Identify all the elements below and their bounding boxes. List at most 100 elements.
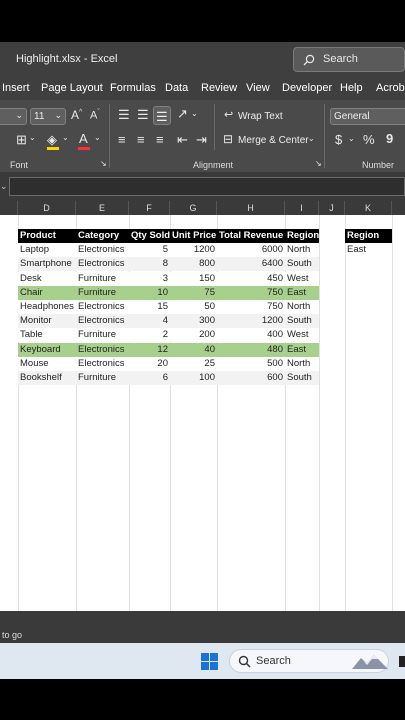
font-color-icon[interactable]: A bbox=[79, 132, 88, 145]
table-cell[interactable]: 400 bbox=[217, 328, 285, 342]
increase-indent-icon[interactable]: ⇥ bbox=[196, 133, 207, 146]
table-cell[interactable]: Electronics bbox=[76, 257, 129, 271]
table-cell[interactable]: 5 bbox=[129, 243, 170, 257]
table-cell[interactable]: Electronics bbox=[76, 243, 129, 257]
table-cell[interactable]: 8 bbox=[129, 257, 170, 271]
dialog-launcher-icon[interactable]: ↘ bbox=[100, 160, 107, 168]
percent-icon[interactable]: % bbox=[363, 133, 375, 146]
chevron-down-icon[interactable]: ⌄ bbox=[29, 134, 36, 142]
wrap-text-button[interactable]: Wrap Text bbox=[238, 111, 283, 122]
tab-developer[interactable]: Developer bbox=[282, 82, 332, 94]
merge-icon[interactable]: ⊟ bbox=[223, 133, 233, 145]
tab-acrobat[interactable]: Acroba bbox=[376, 82, 405, 94]
search-box[interactable]: Search bbox=[293, 47, 405, 72]
table-cell[interactable]: 12 bbox=[129, 343, 170, 357]
tab-view[interactable]: View bbox=[246, 82, 270, 94]
table-cell[interactable]: 200 bbox=[170, 328, 217, 342]
dialog-launcher-icon[interactable]: ↘ bbox=[315, 160, 322, 168]
table-cell[interactable]: Furniture bbox=[76, 286, 129, 300]
tab-formulas[interactable]: Formulas bbox=[110, 82, 156, 94]
column-header-i[interactable]: I bbox=[285, 201, 319, 215]
table-cell[interactable]: Headphones bbox=[18, 300, 76, 314]
table-cell[interactable]: Desk bbox=[18, 272, 76, 286]
table-cell[interactable]: 10 bbox=[129, 286, 170, 300]
column-header-partial[interactable] bbox=[0, 201, 18, 215]
column-header-f[interactable]: F bbox=[129, 201, 170, 215]
table-header-cell[interactable]: Unit Price bbox=[170, 229, 217, 243]
table-cell[interactable]: 480 bbox=[217, 343, 285, 357]
currency-icon[interactable]: $ bbox=[335, 133, 342, 146]
table-cell[interactable]: 6 bbox=[129, 371, 170, 385]
tab-help[interactable]: Help bbox=[340, 82, 363, 94]
table-header-cell[interactable]: Total Revenue bbox=[217, 229, 285, 243]
tab-data[interactable]: Data bbox=[165, 82, 188, 94]
merge-center-button[interactable]: Merge & Center bbox=[238, 135, 309, 146]
table-cell[interactable]: Keyboard bbox=[18, 343, 76, 357]
taskbar-search[interactable]: Search bbox=[229, 649, 389, 673]
table-cell[interactable]: 1200 bbox=[217, 314, 285, 328]
table-cell[interactable]: North bbox=[285, 300, 319, 314]
table-cell[interactable]: Electronics bbox=[76, 314, 129, 328]
table-cell[interactable]: Monitor bbox=[18, 314, 76, 328]
table-cell[interactable]: 2 bbox=[129, 328, 170, 342]
column-header-h[interactable]: H bbox=[217, 201, 285, 215]
table-cell[interactable]: 20 bbox=[129, 357, 170, 371]
table-cell[interactable]: North bbox=[285, 357, 319, 371]
table-cell[interactable]: Laptop bbox=[18, 243, 76, 257]
table-cell[interactable]: East bbox=[285, 286, 319, 300]
table-cell[interactable]: 600 bbox=[217, 371, 285, 385]
font-size-dropdown[interactable]: 11 ⌄ bbox=[30, 108, 66, 125]
bottom-align-button[interactable]: ☰ bbox=[153, 106, 171, 125]
column-header-d[interactable]: D bbox=[18, 201, 76, 215]
table-cell[interactable]: East bbox=[285, 343, 319, 357]
tab-review[interactable]: Review bbox=[201, 82, 237, 94]
font-name-dropdown[interactable]: ⌄ bbox=[0, 108, 27, 125]
align-center-icon[interactable]: ≡ bbox=[137, 133, 145, 146]
column-header-e[interactable]: E bbox=[76, 201, 129, 215]
table-cell[interactable]: 75 bbox=[170, 286, 217, 300]
table-cell[interactable]: Smartphone bbox=[18, 257, 76, 271]
table-cell[interactable]: West bbox=[285, 328, 319, 342]
chevron-down-icon[interactable]: ⌄ bbox=[348, 135, 355, 143]
column-header-partial[interactable] bbox=[392, 201, 405, 215]
orientation-icon[interactable]: ↗ bbox=[177, 107, 188, 120]
table-cell[interactable]: South bbox=[285, 257, 319, 271]
table-cell[interactable]: 150 bbox=[170, 272, 217, 286]
table-cell[interactable]: 6000 bbox=[217, 243, 285, 257]
table-cell[interactable]: Electronics bbox=[76, 343, 129, 357]
table-cell[interactable]: 100 bbox=[170, 371, 217, 385]
table-header-cell[interactable]: Region bbox=[285, 229, 319, 243]
tab-page-layout[interactable]: Page Layout bbox=[41, 82, 103, 94]
top-align-icon[interactable]: ☰ bbox=[118, 108, 130, 121]
middle-align-icon[interactable]: ☰ bbox=[137, 108, 149, 121]
table-cell[interactable]: South bbox=[285, 314, 319, 328]
chevron-down-icon[interactable]: ⌄ bbox=[62, 134, 69, 142]
table-cell[interactable]: 50 bbox=[170, 300, 217, 314]
borders-icon[interactable]: ⊞ bbox=[16, 133, 27, 146]
name-box-chevron-icon[interactable]: ⌄ bbox=[0, 181, 8, 192]
table-cell[interactable]: 6400 bbox=[217, 257, 285, 271]
table-header-cell[interactable]: Category bbox=[76, 229, 129, 243]
number-format-dropdown[interactable]: General bbox=[330, 108, 405, 125]
table-cell[interactable]: 300 bbox=[170, 314, 217, 328]
decrease-font-icon[interactable]: Aˇ bbox=[90, 109, 100, 122]
align-left-icon[interactable]: ≡ bbox=[118, 133, 126, 146]
increase-font-icon[interactable]: A^ bbox=[71, 109, 82, 121]
table-header-cell[interactable]: Product bbox=[18, 229, 76, 243]
table-cell[interactable]: Table bbox=[18, 328, 76, 342]
table-cell[interactable]: 4 bbox=[129, 314, 170, 328]
windows-start-icon[interactable] bbox=[201, 653, 218, 670]
wrap-text-icon[interactable]: ↩ bbox=[224, 110, 233, 121]
table-header-cell[interactable]: Qty Sold bbox=[129, 229, 170, 243]
table-cell[interactable]: Chair bbox=[18, 286, 76, 300]
comma-style-icon[interactable]: 9 bbox=[386, 132, 393, 145]
table-cell[interactable]: 3 bbox=[129, 272, 170, 286]
formula-input[interactable] bbox=[9, 177, 405, 196]
table-cell[interactable]: Furniture bbox=[76, 328, 129, 342]
worksheet-grid[interactable]: D E F G H I J K Product Category Qty Sold U… bbox=[0, 201, 405, 611]
table-cell[interactable]: Bookshelf bbox=[18, 371, 76, 385]
table-cell[interactable]: West bbox=[285, 272, 319, 286]
table-cell[interactable]: 500 bbox=[217, 357, 285, 371]
table-cell[interactable]: 15 bbox=[129, 300, 170, 314]
table-cell[interactable]: 750 bbox=[217, 300, 285, 314]
